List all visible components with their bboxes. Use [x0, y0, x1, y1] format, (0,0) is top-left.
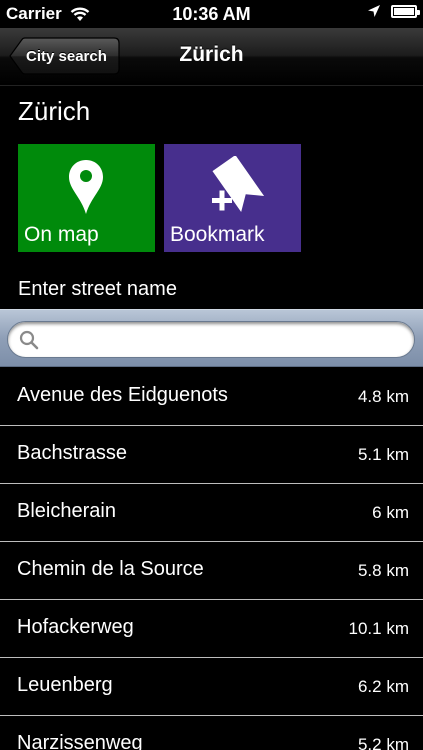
street-distance: 5.1 km: [357, 445, 409, 464]
list-item[interactable]: Narzissenweg 5.2 km: [0, 716, 423, 750]
status-bar: Carrier 10:36 AM: [0, 0, 423, 28]
list-item[interactable]: Hofackerweg 10.1 km: [0, 600, 423, 658]
search-icon: [19, 330, 39, 350]
bookmark-add-icon: [212, 156, 265, 213]
street-distance: 4.8 km: [357, 387, 409, 406]
street-distance: 5.8 km: [357, 561, 409, 580]
bookmark-tile[interactable]: Bookmark: [164, 144, 301, 252]
battery-icon: [391, 4, 420, 18]
list-item[interactable]: Leuenberg 6.2 km: [0, 658, 423, 716]
list-item[interactable]: Bachstrasse 5.1 km: [0, 426, 423, 484]
app-screen: Carrier 10:36 AM City search Zürich Züri…: [0, 0, 423, 750]
search-input[interactable]: [48, 327, 403, 353]
street-name: Avenue des Eidguenots: [17, 384, 228, 406]
back-button-label: City search: [26, 47, 107, 65]
city-heading: Zürich: [18, 96, 91, 126]
on-map-label: On map: [24, 223, 99, 246]
street-name: Bleicherain: [17, 500, 116, 522]
street-name: Bachstrasse: [17, 442, 128, 464]
street-name: Narzissenweg: [17, 732, 143, 750]
search-bar: [0, 309, 423, 367]
navigation-bar: City search Zürich: [0, 28, 423, 86]
on-map-tile[interactable]: On map: [18, 144, 155, 252]
bookmark-label: Bookmark: [170, 223, 265, 246]
street-list: Avenue des Eidguenots 4.8 km Bachstrasse…: [0, 368, 423, 750]
search-field[interactable]: [7, 321, 415, 358]
street-distance: 6 km: [372, 503, 409, 522]
location-arrow-icon: [368, 5, 380, 17]
status-time: 10:36 AM: [172, 4, 251, 24]
street-prompt: Enter street name: [18, 278, 177, 300]
street-distance: 5.2 km: [357, 735, 409, 750]
street-name: Leuenberg: [17, 674, 113, 696]
street-name: Chemin de la Source: [17, 558, 204, 580]
map-pin-icon: [69, 160, 103, 214]
list-item[interactable]: Chemin de la Source 5.8 km: [0, 542, 423, 600]
list-item[interactable]: Bleicherain 6 km: [0, 484, 423, 542]
street-distance: 10.1 km: [348, 619, 409, 638]
list-item[interactable]: Avenue des Eidguenots 4.8 km: [0, 368, 423, 426]
status-right: [367, 4, 420, 18]
street-name: Hofackerweg: [17, 616, 134, 638]
street-distance: 6.2 km: [357, 677, 409, 696]
